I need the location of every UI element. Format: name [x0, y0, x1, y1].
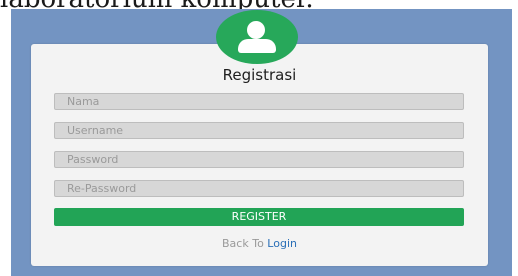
form-title: Registrasi: [222, 66, 297, 84]
nama-input[interactable]: [54, 93, 464, 110]
page: laboratorium komputer. Registrasi REGIST…: [0, 0, 518, 276]
user-icon-body: [238, 39, 276, 53]
login-link[interactable]: Login: [267, 237, 297, 250]
back-to-login-row: Back To Login: [31, 237, 488, 251]
user-icon: [216, 10, 298, 64]
back-to-text: Back To: [222, 237, 268, 250]
password-input[interactable]: [54, 151, 464, 168]
user-icon-head: [247, 21, 265, 39]
repassword-input[interactable]: [54, 180, 464, 197]
username-input[interactable]: [54, 122, 464, 139]
registration-card: Registrasi REGISTER Back To Login: [31, 44, 488, 266]
register-button[interactable]: REGISTER: [54, 208, 464, 226]
